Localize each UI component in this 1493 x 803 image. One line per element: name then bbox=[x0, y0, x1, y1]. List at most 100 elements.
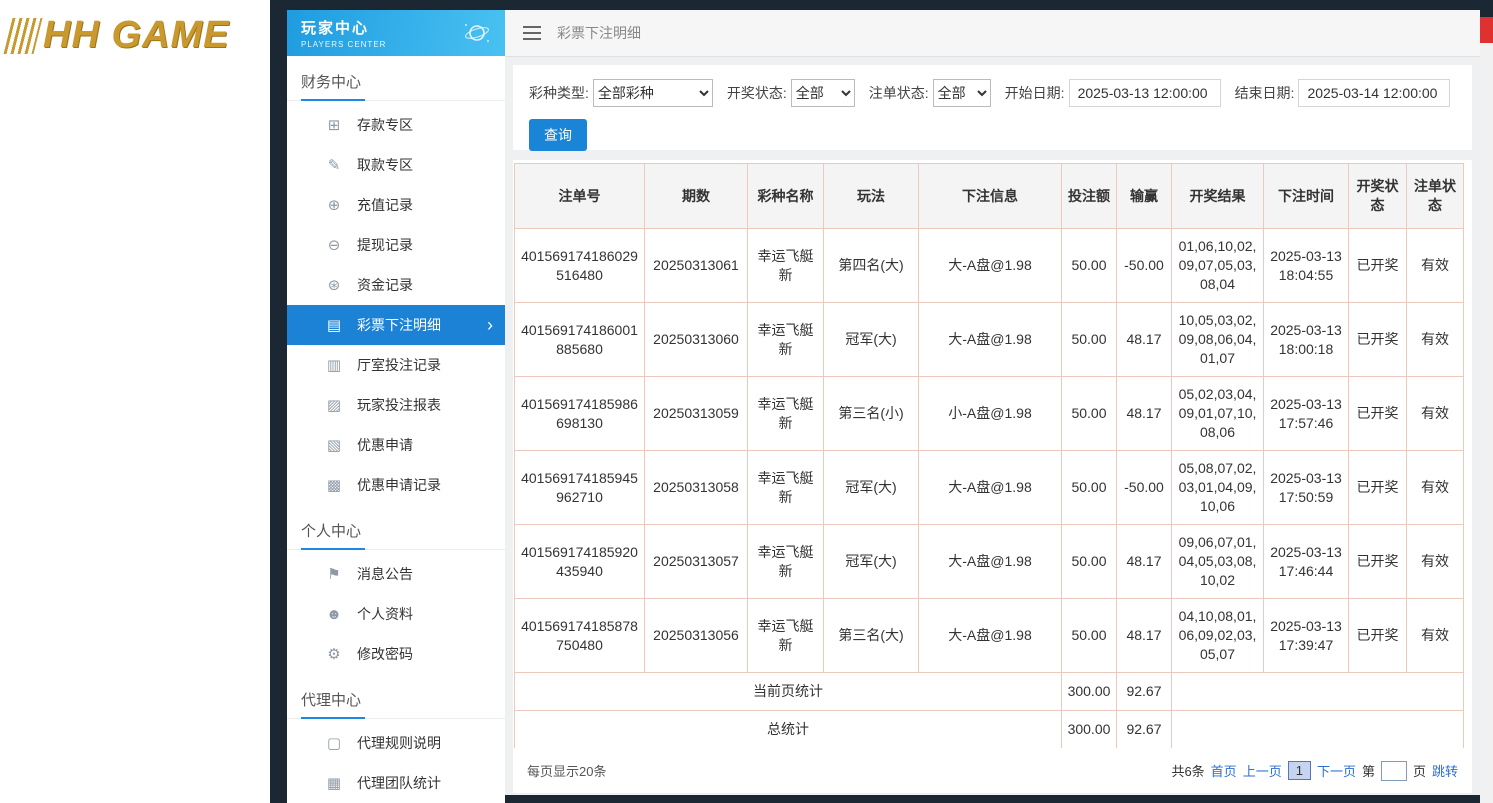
notification-badge[interactable] bbox=[1480, 17, 1493, 43]
table-cell: 有效 bbox=[1407, 451, 1464, 525]
table-cell: 大-A盘@1.98 bbox=[919, 303, 1062, 377]
section-title-finance: 财务中心 bbox=[287, 56, 505, 101]
table-cell: 401569174185878750480 bbox=[515, 599, 645, 673]
fund-records-icon: ⊛ bbox=[323, 276, 345, 294]
table-cell: 05,08,07,02,03,01,04,09,10,06 bbox=[1172, 451, 1264, 525]
start-date-input[interactable] bbox=[1069, 79, 1221, 107]
sidebar-item-withdraw-records[interactable]: ⊖提现记录 bbox=[287, 225, 505, 265]
sidebar-item-announcements[interactable]: ⚑消息公告 bbox=[287, 554, 505, 594]
page-size-text: 每页显示20条 bbox=[527, 761, 606, 780]
sidebar-item-profile[interactable]: ☻个人资料 bbox=[287, 594, 505, 634]
logo[interactable]: HH GAME bbox=[0, 0, 270, 71]
table-cell: 第三名(大) bbox=[824, 599, 919, 673]
sidebar-item-deposit-zone[interactable]: ⊞存款专区 bbox=[287, 105, 505, 145]
players-center-header: 玩家中心 PLAYERS CENTER bbox=[287, 10, 505, 56]
table-cell: 已开奖 bbox=[1349, 377, 1407, 451]
order-status-select[interactable]: 全部 bbox=[933, 79, 991, 107]
page-title: 彩票下注明细 bbox=[557, 23, 641, 43]
table-cell: 冠军(大) bbox=[824, 525, 919, 599]
section-title-agent: 代理中心 bbox=[287, 674, 505, 719]
column-header: 下注信息 bbox=[919, 164, 1062, 229]
sidebar-item-withdraw-zone[interactable]: ✎取款专区 bbox=[287, 145, 505, 185]
sidebar-item-hall-bet-records[interactable]: ▥厅室投注记录 bbox=[287, 345, 505, 385]
section-underline bbox=[301, 548, 365, 550]
table-cell: 幸运飞艇新 bbox=[748, 525, 824, 599]
table-cell: 幸运飞艇新 bbox=[748, 599, 824, 673]
sidebar-item-change-password[interactable]: ⚙修改密码 bbox=[287, 634, 505, 674]
current-page-indicator[interactable]: 1 bbox=[1288, 761, 1311, 780]
table-cell: 大-A盘@1.98 bbox=[919, 525, 1062, 599]
jump-button[interactable]: 跳转 bbox=[1432, 761, 1458, 780]
table-cell: 10,05,03,02,09,08,06,04,01,07 bbox=[1172, 303, 1264, 377]
sidebar-item-label: 优惠申请记录 bbox=[357, 475, 441, 495]
table-row: 40156917418587875048020250313056幸运飞艇新第三名… bbox=[515, 599, 1464, 673]
table-cell: 48.17 bbox=[1117, 599, 1172, 673]
table-row: 40156917418602951648020250313061幸运飞艇新第四名… bbox=[515, 229, 1464, 303]
profile-icon: ☻ bbox=[323, 606, 345, 623]
sidebar-subtitle: PLAYERS CENTER bbox=[301, 40, 386, 49]
menu-toggle-icon[interactable] bbox=[523, 32, 541, 34]
sidebar-item-agent-team-stats[interactable]: ▦代理团队统计 bbox=[287, 763, 505, 803]
page-jump-input[interactable] bbox=[1381, 761, 1407, 781]
table-cell: 2025-03-13 17:57:46 bbox=[1264, 377, 1349, 451]
sidebar-item-player-bet-report[interactable]: ▨玩家投注报表 bbox=[287, 385, 505, 425]
table-cell: 401569174186001885680 bbox=[515, 303, 645, 377]
sidebar-item-agent-rules[interactable]: ▢代理规则说明 bbox=[287, 723, 505, 763]
end-date-label: 结束日期: bbox=[1235, 83, 1295, 103]
table-cell: 2025-03-13 18:04:55 bbox=[1264, 229, 1349, 303]
table-cell: 401569174185920435940 bbox=[515, 525, 645, 599]
table-cell: 20250313061 bbox=[645, 229, 748, 303]
table-cell: 50.00 bbox=[1062, 229, 1117, 303]
sidebar-item-promo-apply[interactable]: ▧优惠申请 bbox=[287, 425, 505, 465]
sidebar-item-label: 厅室投注记录 bbox=[357, 355, 441, 375]
column-header: 彩种名称 bbox=[748, 164, 824, 229]
table-cell: 2025-03-13 17:50:59 bbox=[1264, 451, 1349, 525]
sidebar-item-fund-records[interactable]: ⊛资金记录 bbox=[287, 265, 505, 305]
jump-prefix-text: 第 bbox=[1362, 761, 1375, 780]
table-cell: 01,06,10,02,09,07,05,03,08,04 bbox=[1172, 229, 1264, 303]
table-header-row: 注单号期数彩种名称玩法下注信息投注额输赢开奖结果下注时间开奖状态注单状态 bbox=[515, 164, 1464, 229]
column-header: 注单号 bbox=[515, 164, 645, 229]
pagination-bar: 每页显示20条 共6条 首页 上一页 1 下一页 第 页 跳转 bbox=[513, 748, 1472, 793]
table-cell: 有效 bbox=[1407, 303, 1464, 377]
table-cell: 2025-03-13 18:00:18 bbox=[1264, 303, 1349, 377]
table-cell: 有效 bbox=[1407, 599, 1464, 673]
summary-winloss-total: 92.67 bbox=[1117, 711, 1172, 749]
first-page-link[interactable]: 首页 bbox=[1211, 761, 1237, 780]
next-page-link[interactable]: 下一页 bbox=[1317, 761, 1356, 780]
table-cell: 2025-03-13 17:46:44 bbox=[1264, 525, 1349, 599]
withdraw-zone-icon: ✎ bbox=[323, 156, 345, 174]
table-cell: 大-A盘@1.98 bbox=[919, 229, 1062, 303]
table-cell: 已开奖 bbox=[1349, 599, 1407, 673]
agent-rules-icon: ▢ bbox=[323, 734, 345, 752]
table-cell: 小-A盘@1.98 bbox=[919, 377, 1062, 451]
sidebar-item-promo-apply-records[interactable]: ▩优惠申请记录 bbox=[287, 465, 505, 505]
lottery-type-select[interactable]: 全部彩种 bbox=[593, 79, 713, 107]
logo-panel: HH GAME bbox=[0, 0, 270, 803]
table-cell: 20250313060 bbox=[645, 303, 748, 377]
topbar: 彩票下注明细 bbox=[505, 10, 1480, 57]
table-cell: 大-A盘@1.98 bbox=[919, 599, 1062, 673]
end-date-input[interactable] bbox=[1298, 79, 1450, 107]
table-cell: 20250313057 bbox=[645, 525, 748, 599]
table-cell: 幸运飞艇新 bbox=[748, 303, 824, 377]
table-cell: 20250313056 bbox=[645, 599, 748, 673]
sidebar-item-lottery-bet-details[interactable]: ▤彩票下注明细› bbox=[287, 305, 505, 345]
table-cell: 第四名(大) bbox=[824, 229, 919, 303]
query-button[interactable]: 查询 bbox=[529, 119, 587, 151]
table-cell: 48.17 bbox=[1117, 303, 1172, 377]
summary-bet-total: 300.00 bbox=[1062, 673, 1117, 711]
scrollbar[interactable] bbox=[1480, 0, 1493, 803]
table-cell: 50.00 bbox=[1062, 525, 1117, 599]
section-underline bbox=[301, 99, 365, 101]
sidebar-item-recharge-records[interactable]: ⊕充值记录 bbox=[287, 185, 505, 225]
table-cell: 50.00 bbox=[1062, 377, 1117, 451]
table-cell: 401569174185986698130 bbox=[515, 377, 645, 451]
prev-page-link[interactable]: 上一页 bbox=[1243, 761, 1282, 780]
table-cell: 已开奖 bbox=[1349, 229, 1407, 303]
table-cell: 冠军(大) bbox=[824, 451, 919, 525]
summary-row: 总统计300.0092.67 bbox=[515, 711, 1464, 749]
logo-stripes-icon bbox=[4, 18, 43, 54]
draw-status-select[interactable]: 全部 bbox=[791, 79, 855, 107]
table-row: 40156917418592043594020250313057幸运飞艇新冠军(… bbox=[515, 525, 1464, 599]
